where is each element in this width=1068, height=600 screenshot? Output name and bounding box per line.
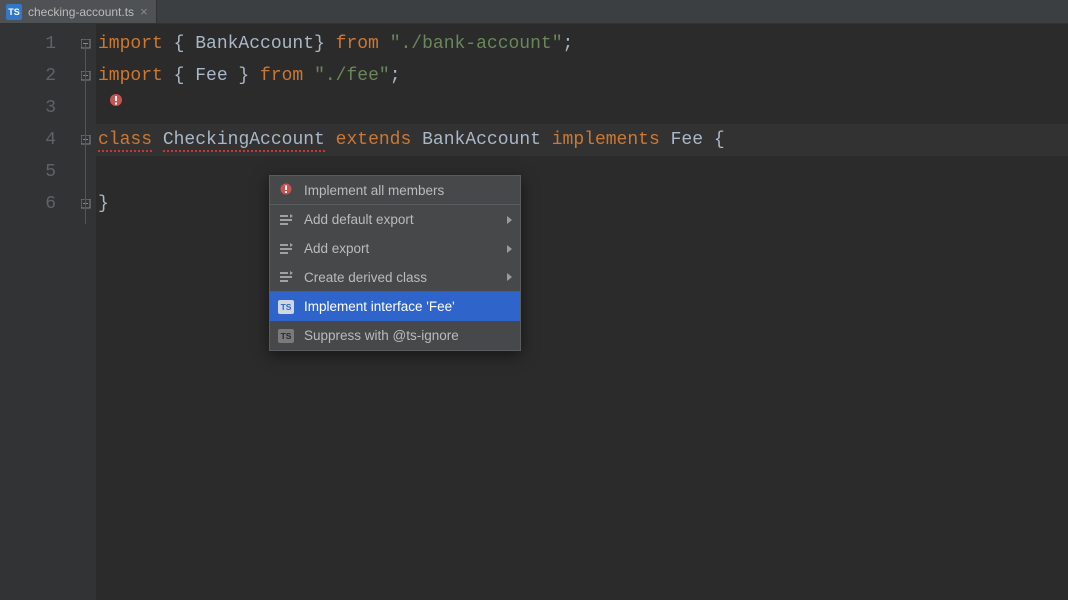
intention-label: Add export <box>304 241 497 256</box>
line-number: 3 <box>0 92 56 124</box>
intention-label: Create derived class <box>304 270 497 285</box>
intention-label: Add default export <box>304 212 497 227</box>
intention-item-create-derived[interactable]: Create derived class <box>270 263 520 292</box>
refactor-icon <box>278 241 294 257</box>
intention-item-suppress-ts-ignore[interactable]: TS Suppress with @ts-ignore <box>270 321 520 350</box>
line-number: 6 <box>0 188 56 220</box>
line-number: 5 <box>0 156 56 188</box>
tab-filename: checking-account.ts <box>28 5 134 19</box>
intention-item-implement-interface[interactable]: TS Implement interface 'Fee' <box>270 292 520 321</box>
tab-checking-account[interactable]: TS checking-account.ts × <box>0 0 157 23</box>
intention-popup: Implement all members Add default export… <box>269 175 521 351</box>
intention-bulb-icon[interactable] <box>108 92 124 108</box>
refactor-icon <box>278 269 294 285</box>
error-bulb-icon <box>278 182 294 198</box>
fold-end-marker[interactable] <box>76 188 96 220</box>
fold-marker[interactable] <box>76 60 96 92</box>
intention-item-add-default-export[interactable]: Add default export <box>270 205 520 234</box>
submenu-arrow-icon <box>507 216 512 224</box>
intention-item-implement-all[interactable]: Implement all members <box>270 176 520 205</box>
submenu-arrow-icon <box>507 245 512 253</box>
fold-marker[interactable] <box>76 28 96 60</box>
close-icon[interactable]: × <box>140 4 148 19</box>
submenu-arrow-icon <box>507 273 512 281</box>
line-number: 4 <box>0 124 56 156</box>
code-line <box>96 92 1068 124</box>
typescript-icon: TS <box>278 329 294 343</box>
code-line: } <box>96 188 1068 220</box>
code-line: import { BankAccount} from "./bank-accou… <box>96 28 1068 60</box>
code-area[interactable]: import { BankAccount} from "./bank-accou… <box>96 24 1068 600</box>
code-line <box>96 156 1068 188</box>
intention-item-add-export[interactable]: Add export <box>270 234 520 263</box>
intention-label: Suppress with @ts-ignore <box>304 328 512 343</box>
refactor-icon <box>278 212 294 228</box>
fold-marker[interactable] <box>76 124 96 156</box>
typescript-icon: TS <box>6 4 22 20</box>
tab-bar: TS checking-account.ts × <box>0 0 1068 24</box>
code-line: import { Fee } from "./fee"; <box>96 60 1068 92</box>
line-number: 1 <box>0 28 56 60</box>
intention-label: Implement interface 'Fee' <box>304 299 512 314</box>
code-editor[interactable]: 1 2 3 4 5 6 import { BankAccount} from "… <box>0 24 1068 600</box>
line-number-gutter: 1 2 3 4 5 6 <box>0 24 76 600</box>
intention-label: Implement all members <box>304 183 512 198</box>
code-line-active: class CheckingAccount extends BankAccoun… <box>96 124 1068 156</box>
typescript-icon: TS <box>278 300 294 314</box>
fold-gutter <box>76 24 96 600</box>
line-number: 2 <box>0 60 56 92</box>
